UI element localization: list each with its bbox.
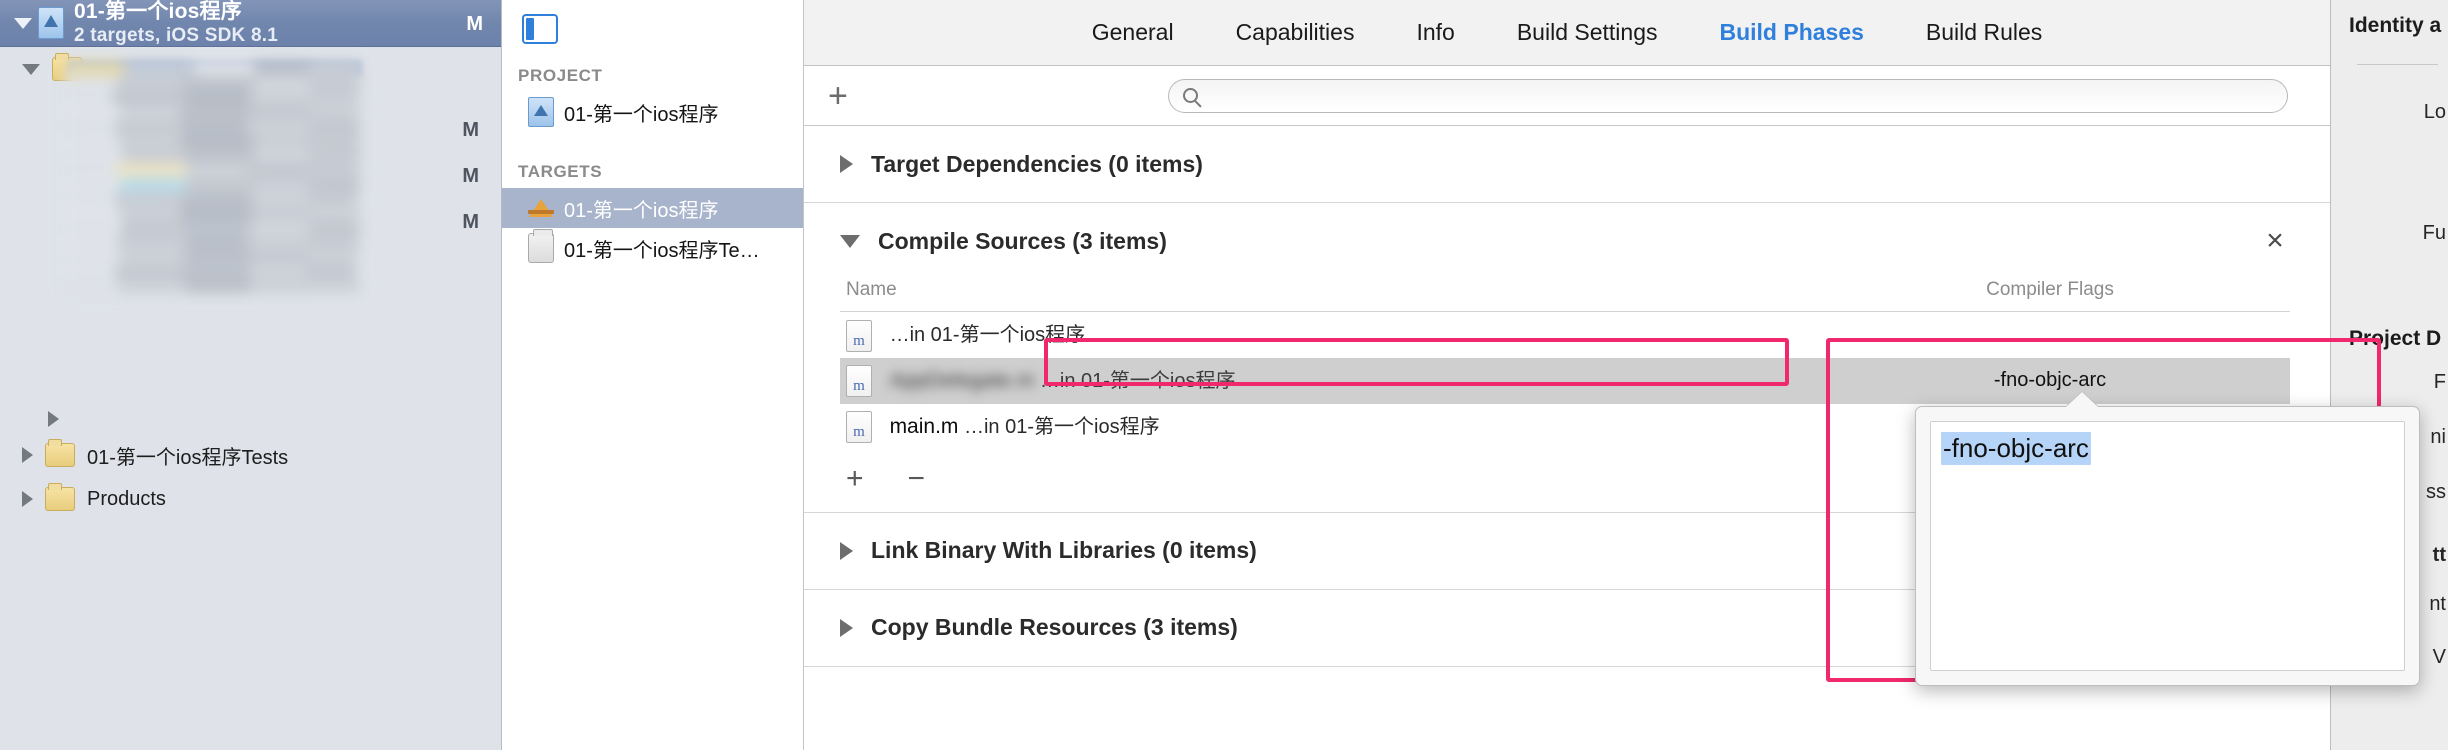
compiler-flags-value[interactable]: -fno-objc-arc: [1941, 432, 2091, 465]
file-location: …in 01-第一个ios程序: [963, 415, 1160, 438]
objc-m-file-icon: [846, 365, 872, 398]
disclosure-triangle-right-icon[interactable]: [840, 618, 853, 637]
file-location: …in 01-第一个ios程序: [889, 323, 1086, 346]
tree-row-redacted-folder[interactable]: [48, 403, 59, 435]
table-header: Name Compiler Flags: [840, 279, 2290, 312]
tab-capabilities[interactable]: Capabilities: [1236, 19, 1355, 46]
targets-section-label: TARGETS: [518, 162, 603, 181]
project-item-label: 01-第一个ios程序: [564, 103, 719, 126]
search-field[interactable]: [1168, 78, 2288, 113]
navigator-header-text: 01-第一个ios程序 2 targets, iOS SDK 8.1: [74, 0, 278, 47]
tree-item-label: Products: [87, 487, 166, 510]
plus-icon[interactable]: +: [828, 79, 868, 113]
column-header-name: Name: [840, 279, 1810, 312]
disclosure-triangle-down-icon[interactable]: [14, 17, 32, 29]
disclosure-triangle-down-icon[interactable]: [840, 234, 860, 248]
objc-m-file-icon: [846, 411, 872, 444]
compiler-flags-cell[interactable]: -fno-objc-arc: [1810, 357, 2290, 404]
tab-build-settings[interactable]: Build Settings: [1517, 19, 1658, 46]
modified-badge: M: [462, 119, 479, 141]
objc-m-file-icon: [846, 319, 872, 352]
full-path-label: Fu: [2422, 222, 2446, 244]
tree-row-tests[interactable]: 01-第一个ios程序Tests: [22, 439, 288, 471]
tree-item-label: 01-第一个ios程序Tests: [87, 446, 289, 469]
divider: [2357, 64, 2438, 65]
project-subtitle: 2 targets, iOS SDK 8.1: [74, 25, 278, 47]
tab-build-phases[interactable]: Build Phases: [1719, 19, 1863, 46]
test-target-icon: [528, 229, 554, 263]
inspector-row-label: F: [2433, 371, 2446, 393]
file-name: main.m: [889, 414, 959, 438]
tab-info[interactable]: Info: [1416, 19, 1454, 46]
project-item-row[interactable]: 01-第一个ios程序: [502, 92, 803, 132]
column-header-compiler-flags: Compiler Flags: [1810, 279, 2290, 312]
phase-title: Compile Sources (3 items): [878, 227, 1167, 254]
folder-icon: [45, 439, 75, 467]
tree-row-products[interactable]: Products: [22, 483, 166, 515]
folder-icon: [45, 483, 75, 511]
phase-title: Copy Bundle Resources (3 items): [871, 614, 1238, 640]
identity-and-type-section-title: Identity a: [2349, 14, 2442, 37]
modified-badge: M: [462, 165, 479, 187]
disclosure-triangle-down-icon[interactable]: [22, 63, 40, 75]
file-name: AppDelegate.m: [889, 368, 1035, 392]
target-item-label: 01-第一个ios程序Te…: [564, 239, 760, 262]
left-panel-toggle-icon[interactable]: [522, 14, 558, 44]
remove-file-button[interactable]: −: [908, 463, 926, 494]
phase-header[interactable]: Compile Sources (3 items) ×: [840, 203, 2290, 279]
target-item-tests[interactable]: 01-第一个ios程序Te…: [502, 228, 803, 268]
disclosure-triangle-right-icon[interactable]: [22, 491, 33, 507]
phase-title: Target Dependencies (0 items): [871, 150, 1203, 177]
file-location: …in 01-第一个ios程序: [1039, 369, 1236, 392]
xcode-project-icon: [528, 97, 554, 127]
location-label: Lo: [2423, 101, 2446, 123]
target-item-app[interactable]: 01-第一个ios程序: [502, 188, 803, 228]
compiler-flags-editor[interactable]: -fno-objc-arc: [1930, 421, 2405, 671]
app-target-icon: [528, 193, 554, 223]
close-icon[interactable]: ×: [2260, 226, 2290, 256]
compiler-flags-popover[interactable]: -fno-objc-arc: [1915, 392, 2420, 686]
add-file-button[interactable]: +: [846, 463, 864, 494]
status-badge: M: [466, 13, 483, 35]
navigator-tree: M M M 01-第一个ios程序Tests Products: [0, 47, 501, 750]
project-title: 01-第一个ios程序: [74, 0, 242, 23]
phases-toolbar: +: [804, 66, 2330, 126]
phase-target-dependencies: Target Dependencies (0 items): [804, 126, 2330, 203]
table-row[interactable]: …in 01-第一个ios程序: [840, 312, 2290, 358]
search-input[interactable]: [1206, 84, 2273, 107]
disclosure-triangle-right-icon[interactable]: [840, 541, 853, 560]
redacted-file-tree: [64, 61, 361, 293]
xcode-project-icon: [38, 7, 64, 39]
navigator-header[interactable]: 01-第一个ios程序 2 targets, iOS SDK 8.1 M: [0, 0, 501, 47]
project-document-section-title: Project D: [2349, 327, 2442, 350]
disclosure-triangle-right-icon[interactable]: [48, 411, 59, 427]
project-section-label: PROJECT: [518, 66, 603, 85]
popover-arrow: [2066, 392, 2098, 407]
disclosure-triangle-right-icon[interactable]: [840, 155, 853, 173]
phase-title: Link Binary With Libraries (0 items): [871, 537, 1257, 563]
tab-build-rules[interactable]: Build Rules: [1926, 19, 2042, 46]
project-targets-pane: PROJECT 01-第一个ios程序 TARGETS 01-第一个ios程序 …: [502, 0, 804, 750]
editor-tabbar: General Capabilities Info Build Settings…: [522, 0, 2330, 66]
tab-general[interactable]: General: [1092, 19, 1174, 46]
modified-badge: M: [462, 211, 479, 233]
pane-spacer: [502, 132, 803, 162]
project-navigator: 01-第一个ios程序 2 targets, iOS SDK 8.1 M M M…: [0, 0, 502, 750]
target-item-label: 01-第一个ios程序: [564, 199, 719, 222]
search-icon: [1183, 88, 1198, 103]
compiler-flags-cell[interactable]: [1810, 312, 2290, 358]
disclosure-triangle-right-icon[interactable]: [22, 447, 33, 463]
xcode-window: 01-第一个ios程序 2 targets, iOS SDK 8.1 M M M…: [0, 0, 2448, 750]
phase-header[interactable]: Target Dependencies (0 items): [840, 126, 2290, 202]
